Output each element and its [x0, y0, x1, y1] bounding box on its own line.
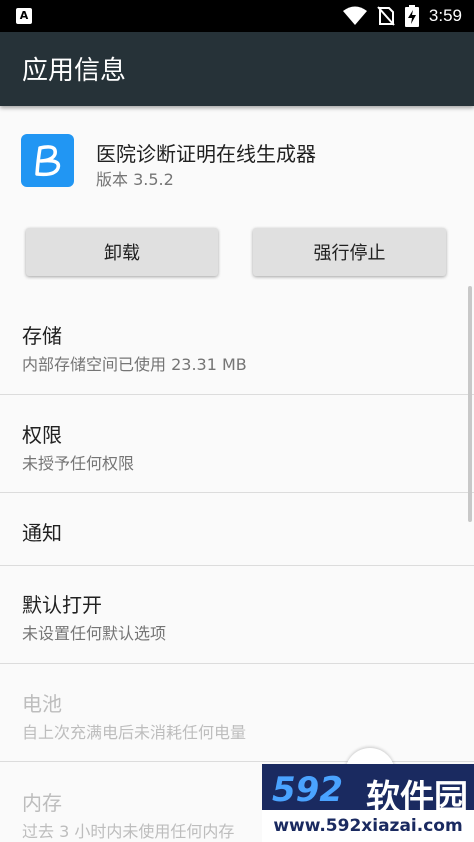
page-title: 应用信息 [22, 56, 127, 86]
notifications-title: 通知 [22, 521, 62, 545]
force-stop-button[interactable]: 强行停止 [253, 228, 446, 276]
battery-row: 电池 自上次充满电后未消耗任何电量 [0, 664, 474, 761]
app-bar: 应用信息 [0, 32, 474, 106]
app-logo-b-icon [35, 145, 61, 177]
storage-subtitle: 内部存储空间已使用 23.31 MB [22, 355, 247, 374]
battery-charging-icon [404, 5, 419, 27]
memory-title: 内存 [22, 791, 62, 815]
open-by-default-row[interactable]: 默认打开 未设置任何默认选项 [0, 566, 474, 663]
permissions-subtitle: 未授予任何权限 [22, 454, 135, 473]
no-sim-icon [377, 6, 395, 26]
permissions-row[interactable]: 权限 未授予任何权限 [0, 395, 474, 492]
status-bar: A 3:59 [0, 0, 474, 32]
memory-subtitle: 过去 3 小时内未使用任何内存 [22, 822, 235, 841]
notification-a-icon: A [16, 8, 32, 24]
watermark-url: www.592xiazai.com [262, 810, 474, 842]
app-icon [21, 134, 74, 187]
storage-row[interactable]: 存储 内部存储空间已使用 23.31 MB [0, 300, 474, 394]
open-by-default-subtitle: 未设置任何默认选项 [22, 624, 167, 643]
watermark-number: 592 [272, 770, 343, 810]
open-by-default-title: 默认打开 [22, 593, 102, 617]
clock: 3:59 [428, 6, 462, 25]
permissions-title: 权限 [22, 423, 62, 447]
scrollbar[interactable] [468, 286, 472, 522]
wifi-icon [342, 6, 367, 25]
battery-title: 电池 [22, 692, 62, 716]
app-header: 医院诊断证明在线生成器 版本 3.5.2 [0, 106, 474, 216]
app-name: 医院诊断证明在线生成器 [96, 142, 316, 166]
notifications-row[interactable]: 通知 [0, 493, 474, 565]
storage-title: 存储 [22, 324, 62, 348]
uninstall-button[interactable]: 卸载 [26, 228, 218, 276]
battery-subtitle: 自上次充满电后未消耗任何电量 [22, 723, 247, 742]
app-version: 版本 3.5.2 [96, 170, 174, 189]
watermark-logo: 592 软件园 www.592xiazai.com [262, 764, 474, 842]
